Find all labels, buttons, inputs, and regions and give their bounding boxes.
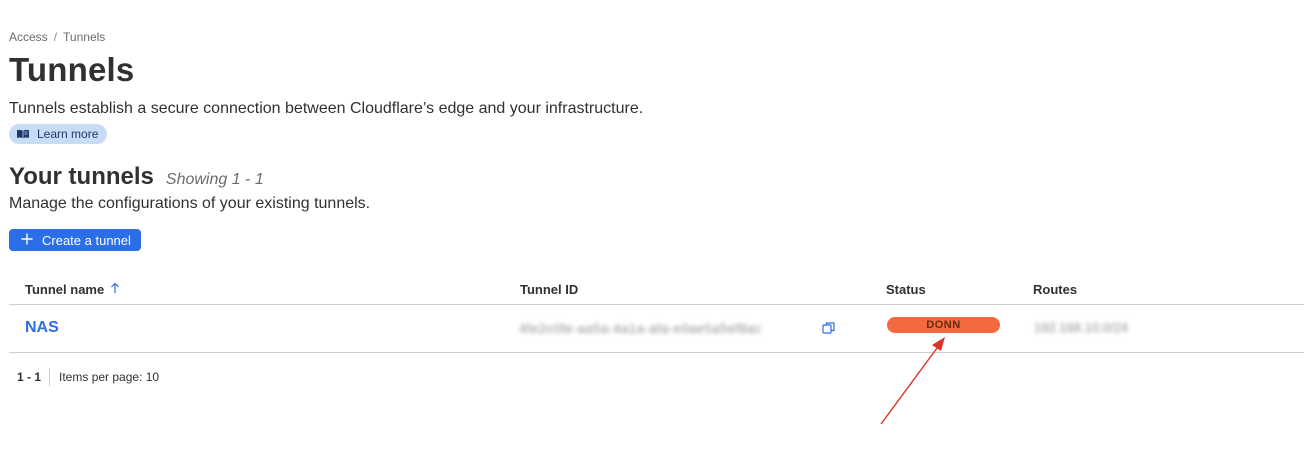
breadcrumb-access[interactable]: Access — [9, 30, 48, 44]
tunnels-page: Access / Tunnels Tunnels Tunnels establi… — [9, 0, 1304, 455]
column-header-tunnel-name[interactable]: Tunnel name — [25, 282, 120, 297]
page-description: Tunnels establish a secure connection be… — [9, 100, 644, 117]
create-tunnel-button[interactable]: Create a tunnel — [9, 229, 141, 251]
table-header: Tunnel name Tunnel ID Status Routes — [9, 276, 1304, 305]
learn-more-button[interactable]: Learn more — [9, 124, 108, 144]
learn-more-label: Learn more — [37, 127, 99, 141]
arrow-up-icon — [110, 282, 120, 297]
routes-value: 192.168.10.0/24 — [1034, 320, 1128, 335]
pagination: 1 - 1 Items per page: 10 — [17, 368, 159, 386]
section-description: Manage the configurations of your existi… — [9, 195, 371, 212]
column-header-tunnel-id: Tunnel ID — [520, 282, 579, 297]
showing-count: Showing 1 - 1 — [165, 171, 264, 188]
page-title: Tunnels — [9, 51, 135, 88]
breadcrumb-tunnels: Tunnels — [63, 30, 106, 44]
table-row: NAS 4fe2c0fe-aa5a-4a1a-afa-e0ae5a5ef8ac … — [9, 305, 1304, 353]
breadcrumb: Access / Tunnels — [9, 30, 105, 44]
page-range: 1 - 1 — [17, 368, 51, 386]
section-title: Your tunnels — [9, 163, 154, 190]
copy-icon[interactable] — [822, 321, 836, 340]
book-icon — [16, 129, 30, 139]
tunnel-name-link[interactable]: NAS — [25, 319, 59, 337]
column-header-tunnel-name-label: Tunnel name — [25, 282, 105, 297]
column-header-status: Status — [886, 282, 926, 297]
column-header-routes: Routes — [1033, 282, 1078, 297]
your-tunnels-header: Your tunnels Showing 1 - 1 — [9, 163, 264, 191]
items-per-page-select[interactable]: Items per page: 10 — [50, 370, 159, 384]
breadcrumb-separator: / — [53, 30, 58, 44]
plus-icon — [21, 233, 33, 248]
tunnels-table: Tunnel name Tunnel ID Status Routes NAS … — [9, 276, 1304, 353]
tunnel-id-value: 4fe2c0fe-aa5a-4a1a-afa-e0ae5a5ef8ac — [519, 321, 763, 336]
create-tunnel-label: Create a tunnel — [42, 232, 131, 248]
annotation-arrow — [879, 330, 959, 435]
